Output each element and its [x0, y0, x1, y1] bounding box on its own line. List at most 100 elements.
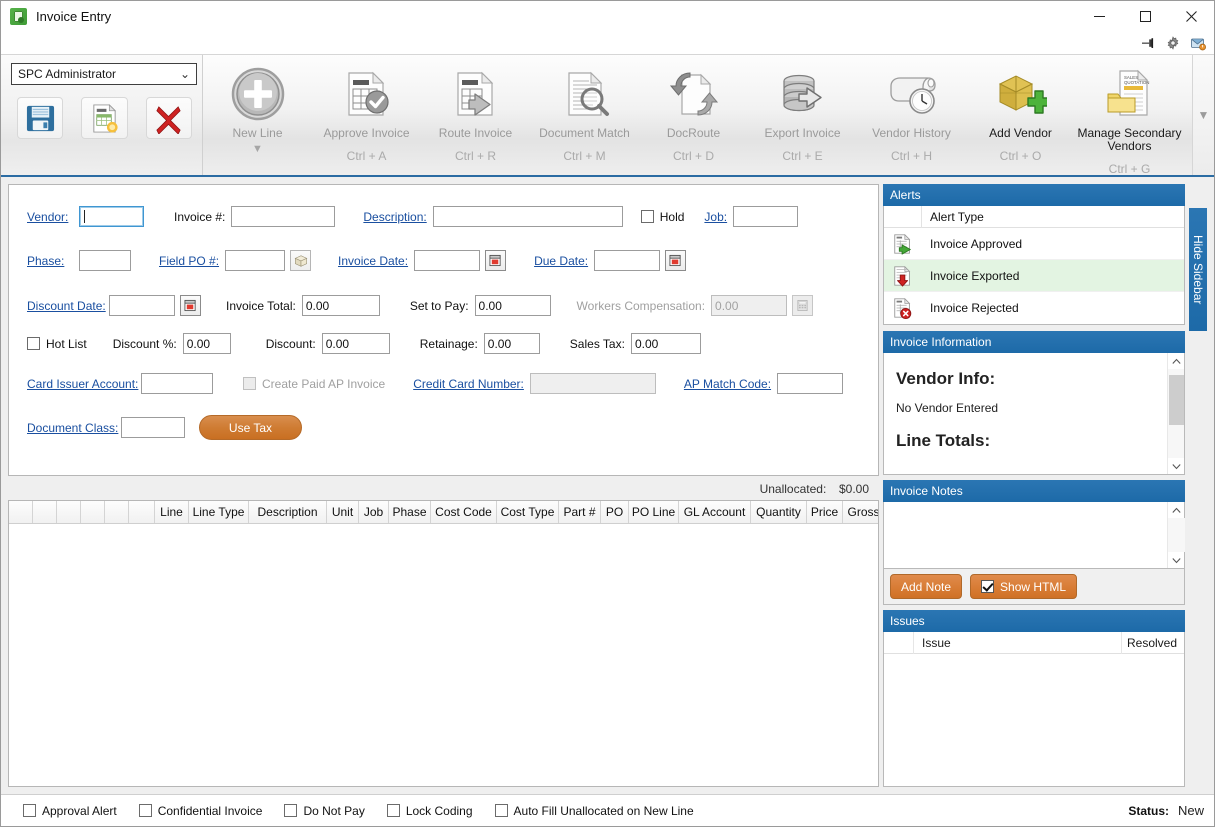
grid-column-header-blank[interactable]	[129, 501, 155, 523]
lock-coding-checkbox-wrap[interactable]: Lock Coding	[386, 804, 473, 818]
gear-icon[interactable]	[1165, 35, 1181, 51]
due-date-calendar-button[interactable]	[665, 250, 687, 271]
show-html-checkbox[interactable]	[981, 580, 995, 593]
lock-coding-checkbox[interactable]	[386, 804, 400, 817]
alert-row[interactable]: Invoice Approved	[884, 228, 1184, 260]
grid-column-header[interactable]: Job	[359, 501, 389, 523]
grid-column-header-blank[interactable]	[57, 501, 81, 523]
auto-fill-unallocated-checkbox-wrap[interactable]: Auto Fill Unallocated on New Line	[494, 804, 694, 818]
close-button[interactable]	[1168, 1, 1214, 32]
hold-checkbox[interactable]	[640, 210, 654, 223]
grid-column-header[interactable]: Description	[249, 501, 327, 523]
do-not-pay-checkbox[interactable]	[284, 804, 298, 817]
grid-column-header[interactable]: Quantity	[751, 501, 807, 523]
ap-match-code-input[interactable]	[777, 373, 844, 394]
job-label[interactable]: Job:	[704, 210, 727, 224]
grid-column-header[interactable]: Cost Type	[497, 501, 559, 523]
grid-column-header-blank[interactable]	[105, 501, 129, 523]
phase-input[interactable]	[79, 250, 131, 271]
do-not-pay-checkbox-wrap[interactable]: Do Not Pay	[284, 804, 365, 818]
invoice-notes-panel-body[interactable]	[883, 502, 1185, 569]
confidential-invoice-checkbox-wrap[interactable]: Confidential Invoice	[138, 804, 262, 818]
scroll-thumb[interactable]	[1168, 375, 1184, 425]
hot-list-checkbox[interactable]	[27, 337, 40, 350]
invoice-date-label[interactable]: Invoice Date:	[338, 254, 408, 268]
scroll-down-icon[interactable]	[1171, 552, 1181, 568]
job-input[interactable]	[733, 206, 799, 227]
invoice-total-input[interactable]: 0.00	[301, 295, 380, 316]
scroll-up-icon[interactable]	[1171, 502, 1181, 518]
document-class-label[interactable]: Document Class:	[27, 421, 118, 435]
invoice-notes-scrollbar[interactable]	[1167, 502, 1185, 568]
invoice-date-calendar-button[interactable]	[485, 250, 507, 271]
mail-alert-icon[interactable]	[1190, 35, 1206, 51]
invoice-number-input[interactable]	[231, 206, 336, 227]
grid-column-header[interactable]: Gross	[843, 501, 879, 523]
field-po-label[interactable]: Field PO #:	[159, 254, 219, 268]
approval-alert-checkbox[interactable]	[23, 804, 36, 817]
scroll-track[interactable]	[1167, 518, 1185, 552]
ribbon-button-vendor-history[interactable]: Vendor History Ctrl + H	[857, 61, 966, 163]
ribbon-button-new-line[interactable]: New Line ▼	[203, 61, 312, 155]
grid-column-header[interactable]: PO	[601, 501, 629, 523]
delete-button[interactable]	[145, 97, 192, 139]
approval-alert-checkbox-wrap[interactable]: Approval Alert	[23, 804, 117, 818]
invoice-lines-grid[interactable]: Line Line Type Description Unit Job Phase Cost…	[8, 500, 879, 787]
grid-column-header[interactable]: Price	[807, 501, 843, 523]
ribbon-button-document-match[interactable]: Document Match Ctrl + M	[530, 61, 639, 163]
invoice-date-input[interactable]	[414, 250, 481, 271]
set-to-pay-input[interactable]: 0.00	[474, 295, 551, 316]
new-invoice-button[interactable]	[81, 97, 128, 139]
maximize-button[interactable]	[1122, 1, 1168, 32]
description-label[interactable]: Description:	[363, 210, 426, 224]
grid-column-header-blank[interactable]	[81, 501, 105, 523]
grid-column-header[interactable]: GL Account	[679, 501, 751, 523]
use-tax-button[interactable]: Use Tax	[199, 415, 302, 440]
grid-column-header-blank[interactable]	[33, 501, 57, 523]
phase-label[interactable]: Phase:	[27, 254, 75, 268]
grid-column-header[interactable]: Unit	[327, 501, 359, 523]
scroll-track[interactable]	[1167, 369, 1184, 458]
ap-match-code-label[interactable]: AP Match Code:	[684, 377, 771, 391]
ribbon-button-approve-invoice[interactable]: Approve Invoice Ctrl + A	[312, 61, 421, 163]
ribbon-overflow-button[interactable]: ▼	[1192, 55, 1214, 175]
discount-input[interactable]: 0.00	[321, 333, 390, 354]
due-date-label[interactable]: Due Date:	[534, 254, 588, 268]
grid-column-header[interactable]: PO Line	[629, 501, 679, 523]
scroll-down-icon[interactable]	[1171, 458, 1181, 474]
grid-body[interactable]	[9, 524, 878, 786]
hot-list-checkbox-wrap[interactable]: Hot List	[27, 337, 87, 351]
document-class-input[interactable]	[121, 417, 185, 438]
discount-pct-input[interactable]: 0.00	[182, 333, 231, 354]
card-issuer-account-input[interactable]	[141, 373, 213, 394]
save-button[interactable]	[17, 97, 64, 139]
discount-date-calendar-button[interactable]	[180, 295, 201, 316]
grid-column-header[interactable]: Phase	[389, 501, 431, 523]
card-issuer-account-label[interactable]: Card Issuer Account:	[27, 377, 138, 391]
scroll-up-icon[interactable]	[1171, 353, 1181, 369]
user-select[interactable]: SPC Administrator ⌄	[11, 63, 197, 85]
vendor-input[interactable]	[79, 206, 144, 227]
issues-rows[interactable]	[884, 654, 1184, 786]
ribbon-button-manage-secondary-vendors[interactable]: SALES QUOTATION Manage Secondary Vendors…	[1075, 61, 1184, 176]
due-date-input[interactable]	[594, 250, 661, 271]
ribbon-button-route-invoice[interactable]: Route Invoice Ctrl + R	[421, 61, 530, 163]
grid-column-header[interactable]: Cost Code	[431, 501, 497, 523]
sales-tax-input[interactable]: 0.00	[630, 333, 701, 354]
minimize-button[interactable]	[1076, 1, 1122, 32]
discount-date-input[interactable]	[109, 295, 175, 316]
auto-fill-unallocated-checkbox[interactable]	[494, 804, 508, 817]
field-po-lookup-button[interactable]	[290, 250, 312, 271]
ribbon-button-docroute[interactable]: DocRoute Ctrl + D	[639, 61, 748, 163]
grid-column-header[interactable]: Line	[155, 501, 189, 523]
discount-date-label[interactable]: Discount Date:	[27, 299, 106, 313]
alert-row[interactable]: Invoice Rejected	[884, 292, 1184, 324]
field-po-input[interactable]	[225, 250, 286, 271]
pin-icon[interactable]	[1140, 35, 1156, 51]
credit-card-number-label[interactable]: Credit Card Number:	[413, 377, 524, 391]
vendor-label[interactable]: Vendor:	[27, 210, 75, 224]
invoice-information-scrollbar[interactable]	[1167, 353, 1184, 474]
grid-column-header[interactable]: Part #	[559, 501, 601, 523]
add-note-button[interactable]: Add Note	[890, 574, 963, 599]
show-html-button[interactable]: Show HTML	[970, 574, 1078, 599]
